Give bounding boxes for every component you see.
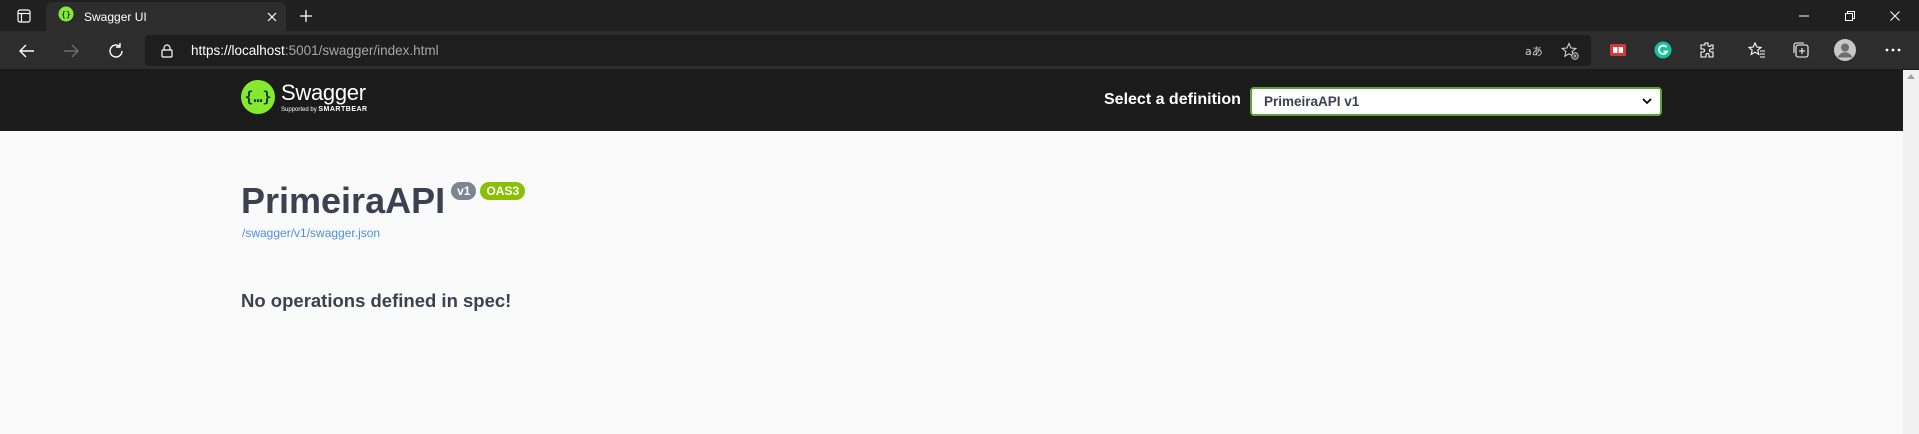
chevron-down-icon — [1634, 98, 1660, 105]
tab-actions-icon[interactable] — [2, 0, 46, 31]
browser-tab-bar: {} Swagger UI — [0, 0, 1919, 31]
more-options-icon[interactable] — [1882, 39, 1904, 61]
url-text[interactable]: https://localhost:5001/swagger/index.htm… — [191, 43, 439, 58]
api-title: PrimeiraAPI — [241, 180, 446, 221]
oas-badge: OAS3 — [480, 182, 526, 200]
restore-icon[interactable] — [1828, 0, 1872, 31]
version-badge: v1 — [451, 182, 477, 200]
spec-json-link[interactable]: /swagger/v1/swagger.json — [242, 226, 380, 240]
address-bar[interactable]: https://localhost:5001/swagger/index.htm… — [145, 35, 1591, 66]
tab-title: Swagger UI — [84, 9, 147, 24]
swagger-logo-icon: {…} — [241, 80, 275, 114]
scroll-up-icon[interactable] — [1907, 74, 1915, 79]
logo-supported-by: Supported by — [281, 106, 317, 113]
lock-icon[interactable] — [159, 43, 175, 59]
profile-avatar-icon[interactable] — [1834, 39, 1856, 61]
minimize-icon[interactable] — [1782, 0, 1826, 31]
svg-text:{…}: {…} — [245, 88, 271, 106]
page-scrollbar[interactable] — [1903, 70, 1919, 434]
swagger-favicon-icon: {} — [58, 6, 74, 27]
logo-brand: SMARTBEAR — [318, 105, 368, 113]
definition-label: Select a definition — [1104, 91, 1241, 108]
close-tab-icon[interactable] — [258, 12, 286, 22]
extensions-icon[interactable] — [1696, 39, 1718, 61]
definition-select[interactable]: PrimeiraAPI v1 — [1250, 87, 1662, 116]
favorites-icon[interactable] — [1746, 39, 1768, 61]
swagger-logo[interactable]: {…} Swagger Supported by SMARTBEAR — [241, 80, 368, 114]
api-info-title: PrimeiraAPI v1 OAS3 — [241, 180, 526, 222]
read-aloud-icon[interactable]: aあ — [1525, 42, 1543, 60]
swagger-logo-name: Swagger — [281, 79, 366, 105]
refresh-icon[interactable] — [100, 35, 132, 67]
add-favorite-icon[interactable] — [1561, 42, 1579, 60]
url-host: https://localhost — [191, 43, 285, 58]
no-operations-message: No operations defined in spec! — [241, 290, 512, 311]
forward-icon[interactable] — [55, 35, 87, 67]
definition-select-value: PrimeiraAPI v1 — [1264, 94, 1360, 109]
browser-toolbar: https://localhost:5001/swagger/index.htm… — [0, 31, 1919, 70]
svg-text:aあ: aあ — [1525, 45, 1543, 58]
tab-swagger-ui[interactable]: {} Swagger UI — [46, 2, 286, 31]
new-tab-icon[interactable] — [292, 2, 320, 30]
grammarly-icon[interactable] — [1652, 39, 1674, 61]
close-window-icon[interactable] — [1873, 0, 1917, 31]
svg-text:{}: {} — [61, 10, 71, 19]
url-path: :5001/swagger/index.html — [284, 43, 439, 58]
collections-icon[interactable] — [1790, 39, 1812, 61]
back-icon[interactable] — [11, 35, 43, 67]
swagger-logo-tagline: Supported by SMARTBEAR — [281, 106, 368, 114]
extension-reader-icon[interactable] — [1607, 39, 1629, 61]
